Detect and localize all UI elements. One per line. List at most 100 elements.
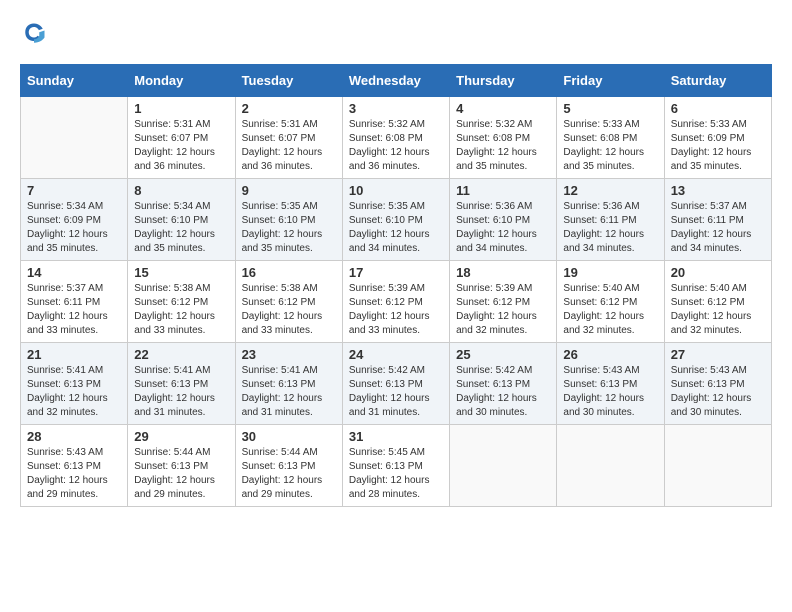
calendar-cell: 4 Sunrise: 5:32 AMSunset: 6:08 PMDaylight… bbox=[450, 97, 557, 179]
day-info: Sunrise: 5:35 AMSunset: 6:10 PMDaylight:… bbox=[349, 200, 443, 256]
day-info: Sunrise: 5:42 AMSunset: 6:13 PMDaylight:… bbox=[456, 364, 550, 420]
day-number: 12 bbox=[563, 183, 657, 198]
day-number: 29 bbox=[134, 429, 228, 444]
calendar-cell: 11 Sunrise: 5:36 AMSunset: 6:10 PMDayligh… bbox=[450, 179, 557, 261]
day-info: Sunrise: 5:44 AMSunset: 6:13 PMDaylight:… bbox=[134, 446, 228, 502]
calendar-cell: 27Sunrise: 5:43 AMSunset: 6:13 PMDayligh… bbox=[664, 343, 771, 425]
calendar-cell: 3 Sunrise: 5:32 AMSunset: 6:08 PMDaylight… bbox=[342, 97, 449, 179]
week-row-5: 28 Sunrise: 5:43 AMSunset: 6:13 PMDayligh… bbox=[21, 425, 772, 507]
calendar-cell: 1Sunrise: 5:31 AMSunset: 6:07 PMDaylight… bbox=[128, 97, 235, 179]
day-info: Sunrise: 5:31 AMSunset: 6:07 PMDaylight:… bbox=[242, 118, 336, 174]
calendar-cell: 10 Sunrise: 5:35 AMSunset: 6:10 PMDayligh… bbox=[342, 179, 449, 261]
calendar-cell: 17 Sunrise: 5:39 AMSunset: 6:12 PMDayligh… bbox=[342, 261, 449, 343]
week-row-3: 14 Sunrise: 5:37 AMSunset: 6:11 PMDayligh… bbox=[21, 261, 772, 343]
day-number: 5 bbox=[563, 101, 657, 116]
week-row-2: 7 Sunrise: 5:34 AMSunset: 6:09 PMDaylight… bbox=[21, 179, 772, 261]
day-info: Sunrise: 5:32 AMSunset: 6:08 PMDaylight:… bbox=[349, 118, 443, 174]
calendar-cell: 28 Sunrise: 5:43 AMSunset: 6:13 PMDayligh… bbox=[21, 425, 128, 507]
day-info: Sunrise: 5:39 AMSunset: 6:12 PMDaylight:… bbox=[456, 282, 550, 338]
day-number: 16 bbox=[242, 265, 336, 280]
day-info: Sunrise: 5:43 AMSunset: 6:13 PMDaylight:… bbox=[563, 364, 657, 420]
day-info: Sunrise: 5:40 AMSunset: 6:12 PMDaylight:… bbox=[563, 282, 657, 338]
week-row-4: 21 Sunrise: 5:41 AMSunset: 6:13 PMDayligh… bbox=[21, 343, 772, 425]
day-number: 7 bbox=[27, 183, 121, 198]
day-info: Sunrise: 5:32 AMSunset: 6:08 PMDaylight:… bbox=[456, 118, 550, 174]
day-number: 19 bbox=[563, 265, 657, 280]
day-header-monday: Monday bbox=[128, 65, 235, 97]
day-header-thursday: Thursday bbox=[450, 65, 557, 97]
calendar-cell: 23 Sunrise: 5:41 AMSunset: 6:13 PMDayligh… bbox=[235, 343, 342, 425]
day-number: 17 bbox=[349, 265, 443, 280]
calendar-table: SundayMondayTuesdayWednesdayThursdayFrid… bbox=[20, 64, 772, 507]
calendar-cell: 19 Sunrise: 5:40 AMSunset: 6:12 PMDayligh… bbox=[557, 261, 664, 343]
day-number: 3 bbox=[349, 101, 443, 116]
day-info: Sunrise: 5:35 AMSunset: 6:10 PMDaylight:… bbox=[242, 200, 336, 256]
day-header-wednesday: Wednesday bbox=[342, 65, 449, 97]
day-info: Sunrise: 5:31 AMSunset: 6:07 PMDaylight:… bbox=[134, 118, 228, 174]
calendar-cell: 7 Sunrise: 5:34 AMSunset: 6:09 PMDaylight… bbox=[21, 179, 128, 261]
calendar-cell bbox=[450, 425, 557, 507]
day-info: Sunrise: 5:33 AMSunset: 6:08 PMDaylight:… bbox=[563, 118, 657, 174]
day-header-tuesday: Tuesday bbox=[235, 65, 342, 97]
week-row-1: 1Sunrise: 5:31 AMSunset: 6:07 PMDaylight… bbox=[21, 97, 772, 179]
calendar-cell: 2 Sunrise: 5:31 AMSunset: 6:07 PMDaylight… bbox=[235, 97, 342, 179]
logo bbox=[20, 20, 52, 48]
calendar-cell bbox=[21, 97, 128, 179]
logo-icon bbox=[20, 20, 48, 48]
day-number: 8 bbox=[134, 183, 228, 198]
day-info: Sunrise: 5:43 AMSunset: 6:13 PMDaylight:… bbox=[27, 446, 121, 502]
day-number: 25 bbox=[456, 347, 550, 362]
calendar-cell: 25 Sunrise: 5:42 AMSunset: 6:13 PMDayligh… bbox=[450, 343, 557, 425]
day-number: 13 bbox=[671, 183, 765, 198]
day-number: 11 bbox=[456, 183, 550, 198]
day-header-sunday: Sunday bbox=[21, 65, 128, 97]
day-info: Sunrise: 5:39 AMSunset: 6:12 PMDaylight:… bbox=[349, 282, 443, 338]
day-info: Sunrise: 5:38 AMSunset: 6:12 PMDaylight:… bbox=[134, 282, 228, 338]
day-info: Sunrise: 5:36 AMSunset: 6:10 PMDaylight:… bbox=[456, 200, 550, 256]
day-number: 23 bbox=[242, 347, 336, 362]
day-info: Sunrise: 5:34 AMSunset: 6:09 PMDaylight:… bbox=[27, 200, 121, 256]
calendar-cell: 8Sunrise: 5:34 AMSunset: 6:10 PMDaylight… bbox=[128, 179, 235, 261]
day-number: 21 bbox=[27, 347, 121, 362]
day-info: Sunrise: 5:44 AMSunset: 6:13 PMDaylight:… bbox=[242, 446, 336, 502]
day-number: 14 bbox=[27, 265, 121, 280]
calendar-cell: 15 Sunrise: 5:38 AMSunset: 6:12 PMDayligh… bbox=[128, 261, 235, 343]
day-number: 10 bbox=[349, 183, 443, 198]
calendar-cell: 6Sunrise: 5:33 AMSunset: 6:09 PMDaylight… bbox=[664, 97, 771, 179]
calendar-cell: 21Sunrise: 5:41 AMSunset: 6:13 PMDayligh… bbox=[21, 343, 128, 425]
day-number: 9 bbox=[242, 183, 336, 198]
calendar-header-row: SundayMondayTuesdayWednesdayThursdayFrid… bbox=[21, 65, 772, 97]
calendar-cell: 5 Sunrise: 5:33 AMSunset: 6:08 PMDaylight… bbox=[557, 97, 664, 179]
day-number: 30 bbox=[242, 429, 336, 444]
calendar-cell: 12 Sunrise: 5:36 AMSunset: 6:11 PMDayligh… bbox=[557, 179, 664, 261]
day-info: Sunrise: 5:36 AMSunset: 6:11 PMDaylight:… bbox=[563, 200, 657, 256]
day-header-friday: Friday bbox=[557, 65, 664, 97]
day-number: 2 bbox=[242, 101, 336, 116]
calendar-cell: 13Sunrise: 5:37 AMSunset: 6:11 PMDayligh… bbox=[664, 179, 771, 261]
day-info: Sunrise: 5:43 AMSunset: 6:13 PMDaylight:… bbox=[671, 364, 765, 420]
day-info: Sunrise: 5:45 AMSunset: 6:13 PMDaylight:… bbox=[349, 446, 443, 502]
calendar-cell bbox=[557, 425, 664, 507]
calendar-cell: 14 Sunrise: 5:37 AMSunset: 6:11 PMDayligh… bbox=[21, 261, 128, 343]
day-number: 15 bbox=[134, 265, 228, 280]
day-info: Sunrise: 5:33 AMSunset: 6:09 PMDaylight:… bbox=[671, 118, 765, 174]
calendar-cell: 30 Sunrise: 5:44 AMSunset: 6:13 PMDayligh… bbox=[235, 425, 342, 507]
calendar-cell: 31 Sunrise: 5:45 AMSunset: 6:13 PMDayligh… bbox=[342, 425, 449, 507]
page-header bbox=[20, 20, 772, 48]
day-info: Sunrise: 5:37 AMSunset: 6:11 PMDaylight:… bbox=[27, 282, 121, 338]
calendar-cell: 22Sunrise: 5:41 AMSunset: 6:13 PMDayligh… bbox=[128, 343, 235, 425]
calendar-cell bbox=[664, 425, 771, 507]
day-info: Sunrise: 5:38 AMSunset: 6:12 PMDaylight:… bbox=[242, 282, 336, 338]
day-number: 20 bbox=[671, 265, 765, 280]
day-info: Sunrise: 5:41 AMSunset: 6:13 PMDaylight:… bbox=[242, 364, 336, 420]
calendar-cell: 26Sunrise: 5:43 AMSunset: 6:13 PMDayligh… bbox=[557, 343, 664, 425]
day-info: Sunrise: 5:41 AMSunset: 6:13 PMDaylight:… bbox=[134, 364, 228, 420]
day-number: 28 bbox=[27, 429, 121, 444]
day-info: Sunrise: 5:42 AMSunset: 6:13 PMDaylight:… bbox=[349, 364, 443, 420]
day-number: 4 bbox=[456, 101, 550, 116]
day-number: 31 bbox=[349, 429, 443, 444]
calendar-cell: 29 Sunrise: 5:44 AMSunset: 6:13 PMDayligh… bbox=[128, 425, 235, 507]
calendar-cell: 18Sunrise: 5:39 AMSunset: 6:12 PMDayligh… bbox=[450, 261, 557, 343]
calendar-cell: 9 Sunrise: 5:35 AMSunset: 6:10 PMDaylight… bbox=[235, 179, 342, 261]
day-info: Sunrise: 5:40 AMSunset: 6:12 PMDaylight:… bbox=[671, 282, 765, 338]
